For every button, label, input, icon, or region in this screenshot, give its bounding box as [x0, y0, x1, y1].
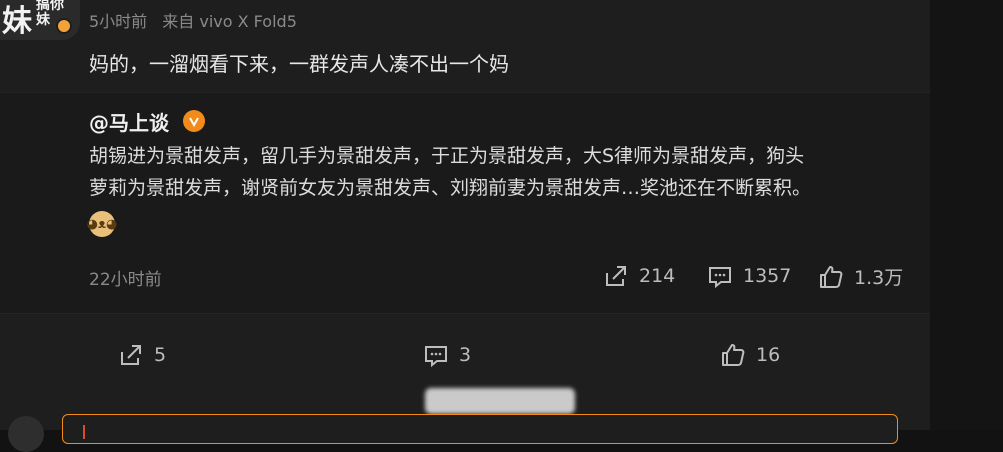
- doge-emoji-icon: ◕ᴥ◕: [87, 211, 117, 237]
- post-text: 妈的，一溜烟看下来，一群发声人凑不出一个妈: [89, 52, 509, 76]
- post-time[interactable]: 5小时前: [89, 12, 147, 31]
- repost-share-button[interactable]: 214: [603, 263, 675, 289]
- avatar-text-big: 妹: [2, 4, 32, 39]
- repost-text-line1: 胡锡进为景甜发声，留几手为景甜发声，于正为景甜发声，大S律师为景甜发声，狗头: [89, 145, 805, 167]
- thumbs-up-icon: [722, 344, 745, 366]
- repost-author[interactable]: @马上谈: [89, 107, 169, 136]
- repost-share-count: 214: [639, 265, 676, 287]
- repost-comment-count: 1357: [743, 265, 792, 287]
- share-count: 5: [154, 344, 167, 366]
- repost-time[interactable]: 22小时前: [89, 265, 162, 290]
- repost-like-count: 1.3万: [854, 267, 904, 289]
- repost-like-button[interactable]: 1.3万: [818, 263, 903, 290]
- repost-text-line2: 萝莉为景甜发声，谢贤前女友为景甜发声、刘翔前妻为景甜发声…奖池还在不断累积。: [89, 177, 812, 199]
- comment-button[interactable]: 3: [423, 342, 471, 368]
- verified-badge-icon: [56, 18, 72, 34]
- commenter-avatar: [8, 416, 44, 452]
- avatar[interactable]: 妹 搞你妹: [0, 0, 80, 40]
- post-meta: 5小时前 来自 vivo X Fold5: [89, 8, 307, 32]
- text-cursor: [83, 425, 85, 439]
- blurred-overlay: [425, 388, 575, 414]
- vip-badge-icon: [183, 110, 205, 132]
- comment-input[interactable]: [62, 414, 898, 444]
- post-source: 来自 vivo X Fold5: [162, 12, 297, 31]
- share-icon: [606, 266, 626, 286]
- thumbs-up-icon: [820, 265, 843, 288]
- side-gutter: [930, 0, 1003, 430]
- share-icon: [121, 345, 141, 365]
- comment-count: 3: [459, 344, 472, 366]
- share-button[interactable]: 5: [118, 342, 166, 368]
- like-button[interactable]: 16: [720, 342, 780, 368]
- like-count: 16: [756, 344, 781, 366]
- repost-text: 胡锡进为景甜发声，留几手为景甜发声，于正为景甜发声，大S律师为景甜发声，狗头 萝…: [89, 140, 899, 204]
- repost-comment-button[interactable]: 1357: [707, 263, 791, 289]
- comment-icon: [425, 346, 447, 368]
- comment-icon: [709, 267, 731, 289]
